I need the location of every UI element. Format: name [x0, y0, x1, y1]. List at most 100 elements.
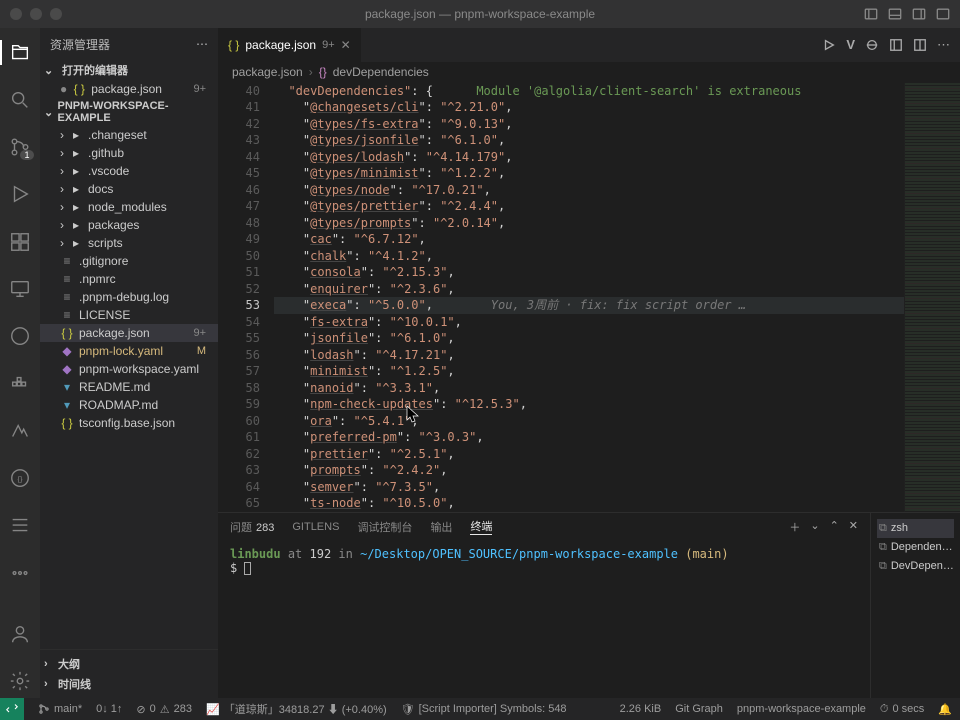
terminal-split-icon[interactable]: ⌄ — [810, 519, 819, 535]
tree-item-label: .npmrc — [79, 272, 212, 286]
chevron-right-icon: › — [60, 164, 64, 178]
settings-gear[interactable] — [0, 665, 40, 698]
maximize-window[interactable] — [50, 8, 62, 20]
tree-item-LICENSE[interactable]: ≡LICENSE — [40, 306, 218, 324]
tab-package-json[interactable]: { } package.json 9+ ✕ — [218, 28, 362, 62]
tab-terminal[interactable]: 终端 — [470, 518, 492, 535]
split-left-icon[interactable] — [889, 38, 903, 52]
split-editor-icon[interactable] — [913, 38, 927, 52]
terminal-item[interactable]: ⧉Dependen… — [877, 538, 954, 557]
docker-view[interactable] — [0, 367, 40, 400]
tree-item-node-modules[interactable]: ›▸node_modules — [40, 198, 218, 216]
panel-left-icon[interactable] — [864, 7, 878, 21]
json-file-icon: { } — [228, 38, 239, 52]
tree-item-pnpm-workspace-yaml[interactable]: ◆pnpm-workspace.yaml — [40, 360, 218, 378]
extra-view[interactable] — [0, 509, 40, 542]
open-editor-item[interactable]: ● { } package.json 9+ — [40, 80, 218, 98]
minimap[interactable] — [904, 83, 960, 512]
more-actions-icon[interactable]: ⋯ — [937, 37, 950, 53]
panel-close-icon[interactable]: ✕ — [849, 519, 858, 535]
run-debug-view[interactable] — [0, 178, 40, 211]
close-icon[interactable]: ✕ — [341, 38, 351, 52]
tree-item-label: .pnpm-debug.log — [79, 290, 212, 304]
more-views[interactable] — [0, 556, 40, 589]
open-editors-section[interactable]: ⌄ 打开的编辑器 — [40, 60, 218, 80]
tree-item--github[interactable]: ›▸.github — [40, 144, 218, 162]
window-controls[interactable] — [10, 8, 62, 20]
vim-indicator: V — [846, 37, 855, 52]
tab-debug-console[interactable]: 调试控制台 — [357, 519, 412, 535]
tree-item-label: .vscode — [88, 164, 212, 178]
tabnine-status[interactable]: 🛡 [Script Importer] Symbols: 548 — [401, 703, 567, 716]
tree-item--npmrc[interactable]: ≡.npmrc — [40, 270, 218, 288]
breadcrumb[interactable]: package.json › {} devDependencies — [218, 62, 960, 83]
terminal-item[interactable]: ⧉zsh — [877, 519, 954, 538]
tree-item-pnpm-lock-yaml[interactable]: ◆pnpm-lock.yamlM — [40, 342, 218, 360]
git-branch[interactable]: main* — [38, 703, 82, 715]
tree-item-scripts[interactable]: ›▸scripts — [40, 234, 218, 252]
breadcrumb-file[interactable]: package.json — [232, 65, 303, 79]
tree-item--pnpm-debug-log[interactable]: ≡.pnpm-debug.log — [40, 288, 218, 306]
terminal-item[interactable]: ⧉DevDepen… — [877, 557, 954, 576]
extensions-view[interactable] — [0, 225, 40, 258]
tree-item-README-md[interactable]: ▾README.md — [40, 378, 218, 396]
tab-problems[interactable]: 问题283 — [230, 519, 274, 535]
close-window[interactable] — [10, 8, 22, 20]
stock-ticker[interactable]: 📈 「道琼斯」34818.27 ⬇ (+0.40%) — [206, 701, 387, 717]
line-gutter[interactable]: 4041424344454647484950515253545556575859… — [218, 83, 274, 512]
tree-item--changeset[interactable]: ›▸.changeset — [40, 126, 218, 144]
remote-explorer-view[interactable] — [0, 272, 40, 305]
json-view[interactable]: {} — [0, 462, 40, 495]
editor-body[interactable]: 4041424344454647484950515253545556575859… — [218, 83, 960, 512]
code-content[interactable]: "devDependencies": { Module '@algolia/cl… — [274, 83, 904, 512]
github-view[interactable] — [0, 320, 40, 353]
folder-icon: ▸ — [69, 128, 83, 142]
tab-output[interactable]: 输出 — [430, 519, 452, 535]
git-sync[interactable]: 0↓ 1↑ — [96, 703, 122, 715]
terminal[interactable]: linbudu at 192 in ~/Desktop/OPEN_SOURCE/… — [218, 541, 870, 698]
panel-bottom-icon[interactable] — [888, 7, 902, 21]
tree-item-package-json[interactable]: { }package.json9+ — [40, 324, 218, 342]
explorer-view[interactable] — [0, 36, 40, 69]
tree-item--vscode[interactable]: ›▸.vscode — [40, 162, 218, 180]
tree-item-label: .github — [88, 146, 212, 160]
minimize-window[interactable] — [30, 8, 42, 20]
run-icon[interactable] — [822, 38, 836, 52]
elapsed-time[interactable]: ⏱ 0 secs — [880, 703, 924, 716]
source-control-view[interactable]: 1 — [0, 131, 40, 164]
panel-right-icon[interactable] — [912, 7, 926, 21]
file-icon: ◆ — [60, 362, 74, 376]
search-view[interactable] — [0, 83, 40, 116]
tree-item-docs[interactable]: ›▸docs — [40, 180, 218, 198]
git-graph[interactable]: Git Graph — [675, 703, 723, 716]
symbol-icon: {} — [319, 65, 327, 79]
accounts[interactable] — [0, 617, 40, 650]
nx-view[interactable] — [0, 414, 40, 447]
layout-icon[interactable] — [936, 7, 950, 21]
timeline-section[interactable]: › 时间线 — [40, 674, 218, 694]
status-bar: main* 0↓ 1↑ ⊘ 0 ⚠ 283 📈 「道琼斯」34818.27 ⬇ … — [0, 698, 960, 720]
sidebar-more-icon[interactable]: ⋯ — [196, 37, 208, 51]
notifications-icon[interactable]: 🔔 — [938, 703, 952, 716]
tree-item-tsconfig-base-json[interactable]: { }tsconfig.base.json — [40, 414, 218, 432]
remote-indicator[interactable] — [0, 698, 24, 720]
project-label[interactable]: pnpm-workspace-example — [737, 703, 866, 716]
tab-gitlens[interactable]: GITLENS — [292, 521, 339, 533]
chevron-right-icon: › — [60, 146, 64, 160]
chevron-right-icon: › — [44, 658, 54, 670]
tree-item--gitignore[interactable]: ≡.gitignore — [40, 252, 218, 270]
file-size[interactable]: 2.26 KiB — [620, 703, 662, 716]
compare-icon[interactable] — [865, 38, 879, 52]
diagnostics[interactable]: ⊘ 0 ⚠ 283 — [136, 703, 192, 716]
tree-item-packages[interactable]: ›▸packages — [40, 216, 218, 234]
panel-maximize-icon[interactable]: ⌃ — [830, 519, 839, 535]
breadcrumb-symbol[interactable]: devDependencies — [333, 65, 429, 79]
chevron-right-icon: › — [60, 236, 64, 250]
file-icon: { } — [60, 326, 74, 340]
project-section[interactable]: ⌄ PNPM-WORKSPACE-EXAMPLE — [40, 98, 218, 126]
tree-item-ROADMAP-md[interactable]: ▾ROADMAP.md — [40, 396, 218, 414]
outline-section[interactable]: › 大纲 — [40, 654, 218, 674]
editor-area: { } package.json 9+ ✕ V ⋯ package.json ›… — [218, 28, 960, 698]
tree-item-badge: 9+ — [193, 327, 212, 339]
new-terminal-icon[interactable]: ＋ — [789, 519, 800, 535]
